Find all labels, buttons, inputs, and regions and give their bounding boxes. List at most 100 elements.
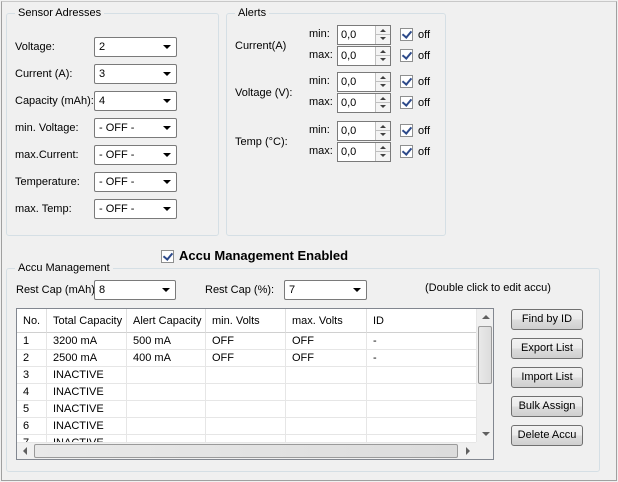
table-row[interactable]: 1 3200 mA 500 mA OFF OFF -	[17, 333, 477, 350]
sensor-address-value: - OFF -	[99, 176, 135, 188]
sensor-address-select[interactable]: - OFF -	[94, 199, 177, 219]
scroll-left-icon[interactable]	[23, 447, 27, 455]
table-cell: 3	[17, 367, 47, 384]
alert-section-label: Voltage (V):	[235, 87, 293, 99]
alerts-title: Alerts	[235, 6, 270, 20]
sensor-label: min. Voltage:	[15, 122, 79, 134]
table-cell: -	[367, 350, 477, 367]
import-list-button[interactable]: Import List	[511, 367, 583, 388]
spin-up-icon[interactable]	[376, 122, 390, 131]
spin-down-icon[interactable]	[376, 103, 390, 112]
rest-cap-pct-select[interactable]: 7	[284, 280, 367, 300]
horizontal-scroll-thumb[interactable]	[34, 444, 458, 458]
rest-cap-pct-value: 7	[289, 284, 296, 296]
table-cell: 3200 mA	[47, 333, 127, 350]
accu-management-enabled-checkbox[interactable]	[161, 250, 174, 263]
spin-down-icon[interactable]	[376, 56, 390, 65]
alert-min-off-checkbox[interactable]	[400, 124, 413, 137]
spin-up-icon[interactable]	[376, 47, 390, 56]
spin-up-icon[interactable]	[376, 94, 390, 103]
table-row[interactable]: 2 2500 mA 400 mA OFF OFF -	[17, 350, 477, 367]
sensor-addresses-title: Sensor Adresses	[15, 6, 105, 20]
rest-cap-mah-label: Rest Cap (mAh):	[16, 284, 98, 296]
scroll-right-icon[interactable]	[466, 447, 470, 455]
bulk-assign-button[interactable]: Bulk Assign	[511, 396, 583, 417]
rest-cap-mah-select[interactable]: 8	[94, 280, 176, 300]
column-header[interactable]: No.	[17, 309, 47, 333]
scroll-corner	[476, 442, 493, 459]
spin-up-icon[interactable]	[376, 143, 390, 152]
table-cell	[367, 401, 477, 418]
alert-max-spinner[interactable]: 0,0	[337, 142, 391, 162]
table-cell	[286, 367, 367, 384]
sensor-address-select[interactable]: - OFF -	[94, 118, 177, 138]
alert-min-spinner[interactable]: 0,0	[337, 121, 391, 141]
sensor-address-select[interactable]: 3	[94, 64, 177, 84]
column-header[interactable]: ID	[367, 309, 477, 333]
table-row[interactable]: 4 INACTIVE	[17, 384, 477, 401]
alert-min-value: 0,0	[341, 125, 357, 137]
alert-max-off-checkbox[interactable]	[400, 145, 413, 158]
table-cell	[367, 367, 477, 384]
table-row[interactable]: 6 INACTIVE	[17, 418, 477, 435]
alert-max-off-checkbox[interactable]	[400, 96, 413, 109]
alert-min-spinner[interactable]: 0,0	[337, 25, 391, 45]
spin-down-icon[interactable]	[376, 35, 390, 44]
table-cell	[367, 384, 477, 401]
table-cell: 1	[17, 333, 47, 350]
column-header[interactable]: max. Volts	[286, 309, 367, 333]
alert-max-spinner[interactable]: 0,0	[337, 93, 391, 113]
alert-min-off-checkbox[interactable]	[400, 28, 413, 41]
table-cell: -	[367, 333, 477, 350]
horizontal-scrollbar[interactable]	[17, 442, 476, 459]
alert-min-spinner[interactable]: 0,0	[337, 72, 391, 92]
edit-hint: (Double click to edit accu)	[425, 282, 551, 294]
accu-table[interactable]: No. Total Capacity Alert Capacity min. Volt…	[16, 308, 494, 460]
table-cell: OFF	[286, 333, 367, 350]
sensor-address-value: - OFF -	[99, 203, 135, 215]
alert-off-label: off	[418, 146, 431, 158]
find-by-id-button[interactable]: Find by ID	[511, 309, 583, 330]
export-list-button[interactable]: Export List	[511, 338, 583, 359]
spinner-buttons	[375, 73, 390, 91]
vertical-scroll-thumb[interactable]	[478, 326, 492, 384]
spinner-buttons	[375, 143, 390, 161]
sensor-address-select[interactable]: 2	[94, 37, 177, 57]
alert-max-label: max:	[309, 49, 333, 61]
spin-up-icon[interactable]	[376, 73, 390, 82]
alert-max-off-checkbox[interactable]	[400, 49, 413, 62]
table-cell	[127, 418, 206, 435]
spinner-buttons	[375, 122, 390, 140]
spin-down-icon[interactable]	[376, 131, 390, 140]
table-cell: INACTIVE	[47, 384, 127, 401]
vertical-scrollbar[interactable]	[476, 309, 493, 442]
sensor-label: Voltage:	[15, 41, 55, 53]
sensor-address-select[interactable]: 4	[94, 91, 177, 111]
table-row[interactable]: 5 INACTIVE	[17, 401, 477, 418]
alert-min-value: 0,0	[341, 29, 357, 41]
spin-down-icon[interactable]	[376, 82, 390, 91]
scroll-up-icon[interactable]	[482, 315, 490, 319]
chevron-down-icon	[163, 126, 171, 130]
alert-max-spinner[interactable]: 0,0	[337, 46, 391, 66]
table-cell	[286, 384, 367, 401]
rest-cap-mah-value: 8	[99, 284, 106, 296]
scroll-down-icon[interactable]	[482, 432, 490, 436]
sensor-address-select[interactable]: - OFF -	[94, 145, 177, 165]
alert-min-off-checkbox[interactable]	[400, 75, 413, 88]
spin-up-icon[interactable]	[376, 26, 390, 35]
column-header[interactable]: min. Volts	[206, 309, 286, 333]
table-row[interactable]: 3 INACTIVE	[17, 367, 477, 384]
alert-off-label: off	[418, 125, 431, 137]
alert-min-label: min:	[309, 124, 330, 136]
table-cell: INACTIVE	[47, 367, 127, 384]
spinner-buttons	[375, 26, 390, 44]
delete-accu-button[interactable]: Delete Accu	[511, 425, 583, 446]
column-header[interactable]: Alert Capacity	[127, 309, 206, 333]
spin-down-icon[interactable]	[376, 152, 390, 161]
column-header[interactable]: Total Capacity	[47, 309, 127, 333]
spinner-buttons	[375, 94, 390, 112]
sensor-address-select[interactable]: - OFF -	[94, 172, 177, 192]
table-cell: 2	[17, 350, 47, 367]
alert-section-label: Temp (°C):	[235, 136, 288, 148]
